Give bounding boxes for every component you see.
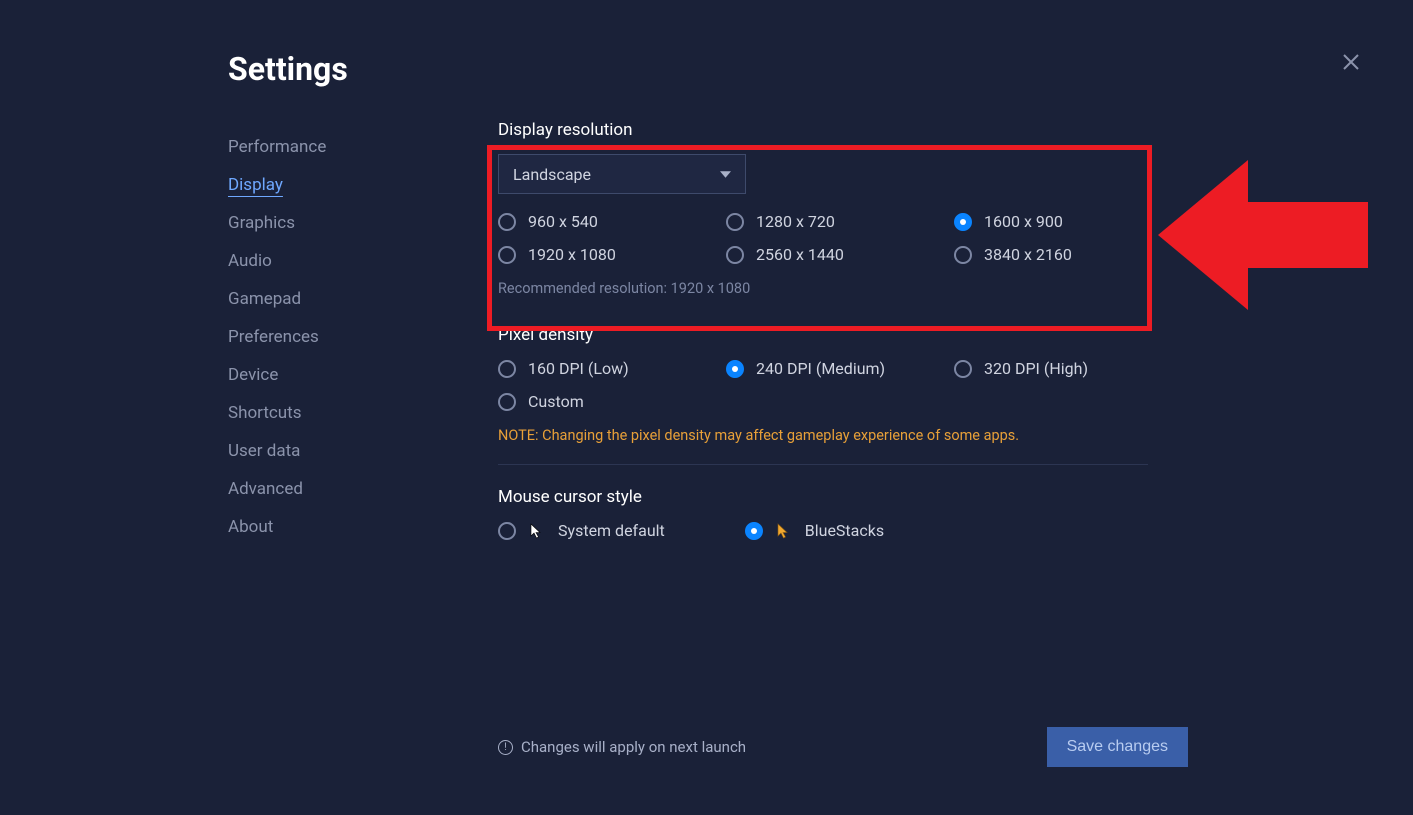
section-pixel-density: Pixel density 160 DPI (Low) 240 DPI (Med…: [498, 325, 1158, 465]
info-icon: !: [498, 740, 513, 755]
orientation-value: Landscape: [513, 165, 591, 184]
cursor-style-title: Mouse cursor style: [498, 487, 1158, 507]
sidebar-item-graphics[interactable]: Graphics: [228, 204, 428, 242]
resolution-radio-3840x2160[interactable]: 3840 x 2160: [954, 245, 1182, 264]
pixel-density-options: 160 DPI (Low) 240 DPI (Medium) 320 DPI (…: [498, 359, 1158, 411]
radio-label: 1920 x 1080: [528, 245, 616, 264]
footer-message: ! Changes will apply on next launch: [498, 738, 746, 756]
radio-label: 1280 x 720: [756, 212, 835, 231]
page-title: Settings: [228, 50, 348, 88]
radio-icon: [726, 246, 744, 264]
dpi-radio-320[interactable]: 320 DPI (High): [954, 359, 1182, 378]
sidebar-item-device[interactable]: Device: [228, 356, 428, 394]
radio-icon: [498, 360, 516, 378]
section-cursor-style: Mouse cursor style System default BlueSt…: [498, 487, 1158, 540]
radio-label: 160 DPI (Low): [528, 359, 629, 378]
close-icon: [1341, 52, 1361, 72]
sidebar-item-preferences[interactable]: Preferences: [228, 318, 428, 356]
sidebar-item-about[interactable]: About: [228, 508, 428, 546]
sidebar-item-display[interactable]: Display: [228, 166, 428, 204]
save-changes-button[interactable]: Save changes: [1047, 727, 1188, 767]
chevron-down-icon: [720, 169, 731, 180]
orientation-select[interactable]: Landscape: [498, 154, 746, 194]
radio-label: 1600 x 900: [984, 212, 1063, 231]
divider: [498, 464, 1148, 465]
main-panel: Display resolution Landscape 960 x 540 1…: [498, 120, 1158, 562]
dpi-radio-160[interactable]: 160 DPI (Low): [498, 359, 726, 378]
radio-icon: [954, 246, 972, 264]
resolution-title: Display resolution: [498, 120, 1158, 140]
radio-icon: [954, 213, 972, 231]
radio-label: 240 DPI (Medium): [756, 359, 885, 378]
radio-icon: [726, 213, 744, 231]
radio-label: 320 DPI (High): [984, 359, 1088, 378]
radio-icon: [498, 246, 516, 264]
radio-label: BlueStacks: [805, 521, 884, 540]
radio-label: 3840 x 2160: [984, 245, 1072, 264]
section-resolution: Display resolution Landscape 960 x 540 1…: [498, 120, 1158, 297]
radio-label: Custom: [528, 392, 584, 411]
sidebar: Performance Display Graphics Audio Gamep…: [228, 128, 428, 546]
cursor-system-icon: [528, 522, 546, 540]
cursor-radio-bluestacks[interactable]: BlueStacks: [745, 521, 884, 540]
radio-icon: [498, 213, 516, 231]
sidebar-item-shortcuts[interactable]: Shortcuts: [228, 394, 428, 432]
radio-label: 2560 x 1440: [756, 245, 844, 264]
radio-icon: [954, 360, 972, 378]
sidebar-item-advanced[interactable]: Advanced: [228, 470, 428, 508]
close-button[interactable]: [1337, 48, 1365, 76]
radio-icon: [745, 522, 763, 540]
resolution-radio-1920x1080[interactable]: 1920 x 1080: [498, 245, 726, 264]
radio-icon: [498, 393, 516, 411]
resolution-radio-960x540[interactable]: 960 x 540: [498, 212, 726, 231]
dpi-radio-custom[interactable]: Custom: [498, 392, 726, 411]
resolution-radio-2560x1440[interactable]: 2560 x 1440: [726, 245, 954, 264]
cursor-radio-system-default[interactable]: System default: [498, 521, 665, 540]
resolution-options: 960 x 540 1280 x 720 1600 x 900 1920 x 1…: [498, 212, 1158, 264]
footer: ! Changes will apply on next launch Save…: [498, 727, 1188, 767]
cursor-bluestacks-icon: [775, 522, 793, 540]
radio-icon: [726, 360, 744, 378]
sidebar-item-performance[interactable]: Performance: [228, 128, 428, 166]
radio-icon: [498, 522, 516, 540]
pixel-density-title: Pixel density: [498, 325, 1158, 345]
radio-label: 960 x 540: [528, 212, 598, 231]
radio-label: System default: [558, 521, 665, 540]
sidebar-item-user-data[interactable]: User data: [228, 432, 428, 470]
sidebar-item-gamepad[interactable]: Gamepad: [228, 280, 428, 318]
cursor-style-options: System default BlueStacks: [498, 521, 1158, 540]
pixel-density-note: NOTE: Changing the pixel density may aff…: [498, 427, 1158, 444]
dpi-radio-240[interactable]: 240 DPI (Medium): [726, 359, 954, 378]
sidebar-item-audio[interactable]: Audio: [228, 242, 428, 280]
resolution-recommended: Recommended resolution: 1920 x 1080: [498, 280, 1158, 297]
annotation-arrow-icon: [1158, 160, 1368, 310]
resolution-radio-1600x900[interactable]: 1600 x 900: [954, 212, 1182, 231]
resolution-radio-1280x720[interactable]: 1280 x 720: [726, 212, 954, 231]
footer-text: Changes will apply on next launch: [521, 738, 746, 756]
